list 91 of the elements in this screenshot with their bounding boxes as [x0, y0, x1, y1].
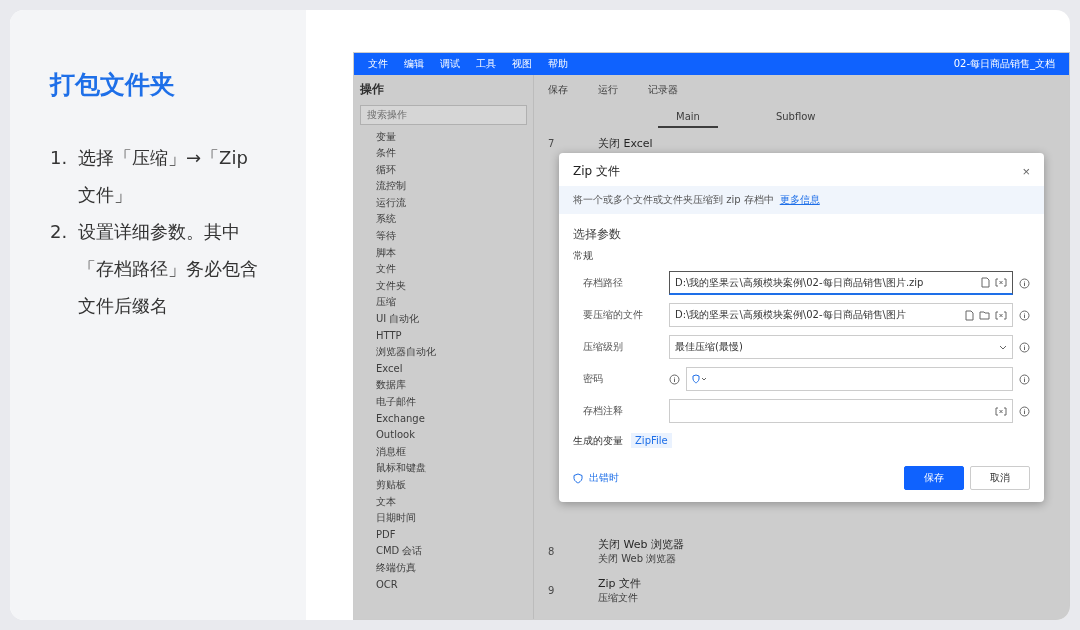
category-item[interactable]: 浏览器自动化	[360, 344, 527, 361]
variable-tag[interactable]: ZipFile	[631, 433, 672, 448]
file-icon[interactable]	[981, 277, 990, 288]
category-item[interactable]: 数据库	[360, 377, 527, 394]
group-title: 常规	[573, 249, 594, 263]
variable-icon[interactable]	[995, 278, 1007, 287]
category-item[interactable]: 压缩	[360, 294, 527, 312]
window-title: 02-每日商品销售_文档	[953, 57, 1055, 71]
category-item[interactable]: 消息框	[360, 443, 527, 461]
category-item[interactable]: Exchange	[360, 410, 527, 428]
field-label: 要压缩的文件	[582, 308, 644, 322]
field-label: 密码	[582, 372, 604, 386]
cancel-button[interactable]: 取消	[970, 466, 1030, 490]
close-button[interactable]: ×	[1022, 164, 1030, 179]
field-label: 压缩级别	[582, 340, 624, 354]
step-title: Zip 文件	[598, 576, 642, 591]
variables-label: 生成的变量	[573, 433, 623, 448]
info-text: 将一个或多个文件或文件夹压缩到 zip 存档中	[573, 193, 774, 207]
category-item[interactable]: 剪贴板	[360, 476, 527, 494]
category-item[interactable]: 文本	[360, 493, 527, 511]
step-detail: 压缩文件	[598, 591, 639, 605]
category-item[interactable]: 文件夹	[360, 277, 527, 295]
step-text: 选择「压缩」→「Zip 文件」	[78, 146, 249, 207]
category-item[interactable]: HTTP	[360, 327, 527, 345]
on-error-link[interactable]: 出错时	[589, 471, 619, 485]
variable-icon[interactable]	[995, 310, 1007, 320]
chevron-icon	[999, 344, 1007, 350]
step-detail: 关闭 Web 浏览器	[598, 552, 678, 566]
category-item[interactable]: 日期时间	[360, 510, 527, 527]
flow-tab[interactable]: Main	[658, 107, 718, 128]
category-item[interactable]: OCR	[360, 576, 527, 594]
step-text: 设置详细参数。其中「存档路径」务必包含文件后缀名	[78, 220, 259, 318]
category-item[interactable]: 等待	[360, 228, 527, 245]
input-field[interactable]	[669, 399, 1013, 423]
toolbar-item[interactable]: 运行	[598, 83, 618, 97]
save-button[interactable]: 保存	[904, 466, 964, 490]
info-icon	[1019, 309, 1030, 321]
input-field[interactable]: D:\我的坚果云\高频模块案例\02-每日商品销售\图片	[669, 303, 1013, 327]
file-icon[interactable]	[965, 309, 974, 321]
info-icon	[669, 373, 680, 385]
field-label: 存档注释	[582, 404, 624, 418]
info-icon	[1019, 277, 1030, 289]
category-item[interactable]: 终端仿真	[360, 559, 527, 577]
step-title: 关闭 Excel	[598, 136, 653, 151]
category-item[interactable]: Excel	[360, 360, 527, 378]
menu-item[interactable]: 帮助	[548, 57, 568, 71]
step-number: 2.	[50, 220, 69, 244]
category-item[interactable]: 运行流	[360, 194, 527, 212]
page-title: 打包文件夹	[50, 69, 176, 101]
category-item[interactable]: 文件	[360, 261, 527, 278]
password-field[interactable]	[686, 367, 1013, 391]
variable-icon[interactable]	[995, 406, 1007, 416]
menu-item[interactable]: 调试	[440, 57, 460, 71]
info-icon	[1019, 405, 1030, 417]
category-item[interactable]: 电子邮件	[360, 394, 527, 411]
menu-item[interactable]: 工具	[476, 57, 496, 71]
category-item[interactable]: PDF	[360, 526, 527, 544]
line-number: 9	[548, 585, 556, 596]
category-item[interactable]: UI 自动化	[360, 311, 527, 328]
line-number: 7	[548, 138, 556, 149]
flow-tab[interactable]: Subflow	[757, 107, 834, 128]
toolbar-item[interactable]: 记录器	[648, 83, 678, 97]
category-item[interactable]: 条件	[360, 145, 527, 162]
step-number: 1.	[50, 146, 69, 170]
menu-item[interactable]: 视图	[512, 57, 532, 71]
section-title: 选择参数	[573, 226, 622, 243]
category-item[interactable]: 循环	[360, 161, 527, 179]
line-number: 8	[548, 546, 556, 557]
category-item[interactable]: CMD 会话	[360, 543, 527, 560]
toolbar-item[interactable]: 保存	[548, 83, 568, 97]
category-item[interactable]: Outlook	[360, 427, 527, 444]
menu-item[interactable]: 编辑	[404, 57, 424, 71]
category-item[interactable]: 鼠标和键盘	[360, 460, 527, 477]
panel-title: 操作	[360, 81, 385, 98]
more-info-link[interactable]: 更多信息	[779, 193, 820, 207]
category-item[interactable]: 脚本	[360, 244, 527, 262]
category-item[interactable]: 系统	[360, 211, 527, 229]
shield-icon[interactable]	[692, 374, 708, 384]
info-icon	[1019, 373, 1030, 385]
info-icon	[1019, 341, 1030, 353]
category-item[interactable]: 流控制	[360, 178, 527, 195]
menu-item[interactable]: 文件	[368, 57, 388, 71]
select-field[interactable]: 最佳压缩(最慢)	[669, 335, 1013, 359]
input-field[interactable]: D:\我的坚果云\高频模块案例\02-每日商品销售\图片.zip	[669, 271, 1013, 295]
field-label: 存档路径	[582, 276, 624, 290]
shield-icon	[573, 472, 583, 484]
category-item[interactable]: 变量	[360, 128, 527, 146]
folder-icon[interactable]	[979, 310, 990, 320]
search-field[interactable]: 搜索操作	[360, 104, 527, 125]
dialog-title: Zip 文件	[573, 163, 620, 180]
step-title: 关闭 Web 浏览器	[598, 537, 684, 552]
